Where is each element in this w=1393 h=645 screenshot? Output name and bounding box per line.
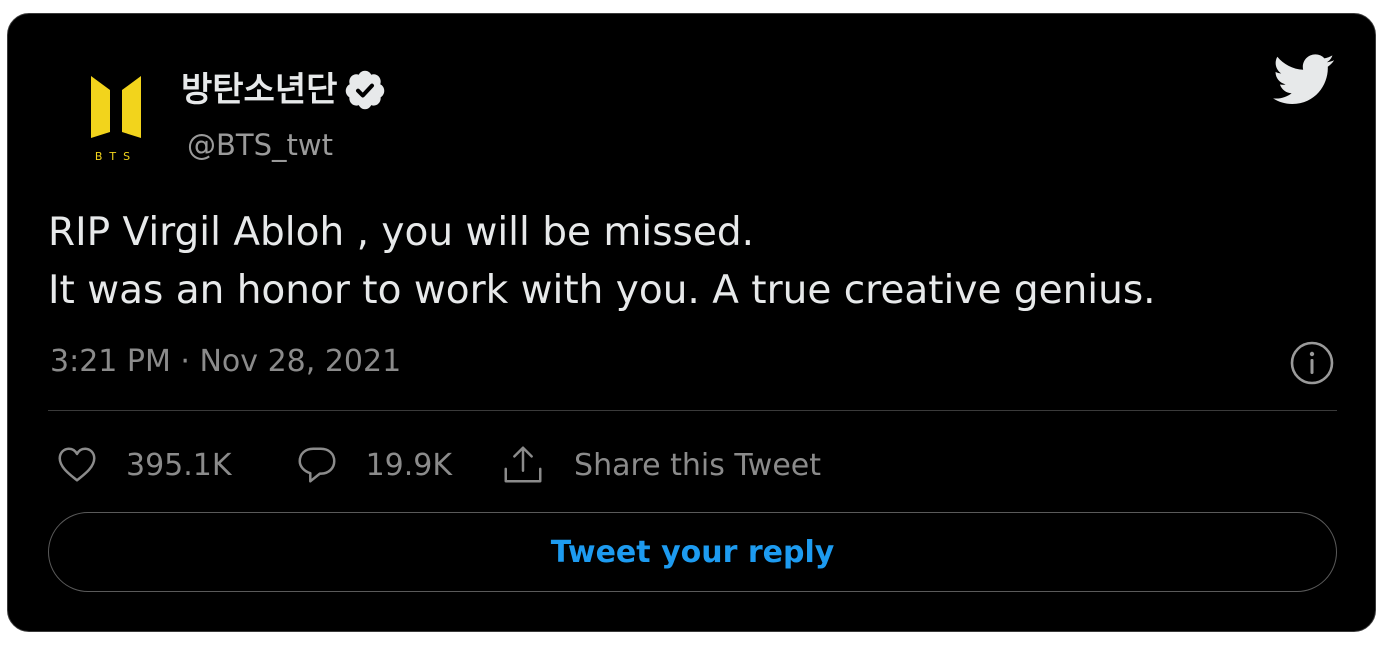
bts-logo-avatar[interactable]: BTS <box>78 66 154 166</box>
tweet-actions: 395.1K 19.9K Share this Tweet <box>54 442 821 488</box>
like-count: 395.1K <box>126 447 232 483</box>
divider <box>48 410 1337 411</box>
share-upload-icon <box>504 446 542 483</box>
share-label: Share this Tweet <box>574 447 822 483</box>
svg-text:BTS: BTS <box>95 150 137 163</box>
display-name-text[interactable]: 방탄소년단 <box>181 67 337 113</box>
tweet-text: RIP Virgil Abloh , you will be missed. I… <box>48 204 1156 320</box>
tweet-text-line: RIP Virgil Abloh , you will be missed. <box>48 210 754 255</box>
author-handle[interactable]: @BTS_twt <box>187 126 333 164</box>
tweet-timestamp[interactable]: 3:21 PM · Nov 28, 2021 <box>50 342 401 382</box>
heart-icon <box>58 447 96 482</box>
tweet-your-reply-button[interactable]: Tweet your reply <box>48 512 1337 592</box>
like-button[interactable]: 395.1K <box>54 442 232 488</box>
tweet-text-line: It was an honor to work with you. A true… <box>48 268 1156 313</box>
reply-button-label: Tweet your reply <box>550 534 835 570</box>
info-icon[interactable] <box>1288 339 1336 387</box>
twitter-bird-icon[interactable] <box>1273 54 1335 106</box>
reply-action-button[interactable]: 19.9K <box>294 442 452 488</box>
tweet-embed-card: BTS 방탄소년단 @BTS_twt RIP Virgil Abloh , yo… <box>7 13 1376 632</box>
reply-count: 19.9K <box>365 447 453 483</box>
comment-bubble-icon <box>298 447 336 483</box>
share-button[interactable]: Share this Tweet <box>500 442 821 488</box>
author-display-name[interactable]: 방탄소년단 <box>181 67 387 113</box>
verified-badge-icon <box>346 70 385 110</box>
